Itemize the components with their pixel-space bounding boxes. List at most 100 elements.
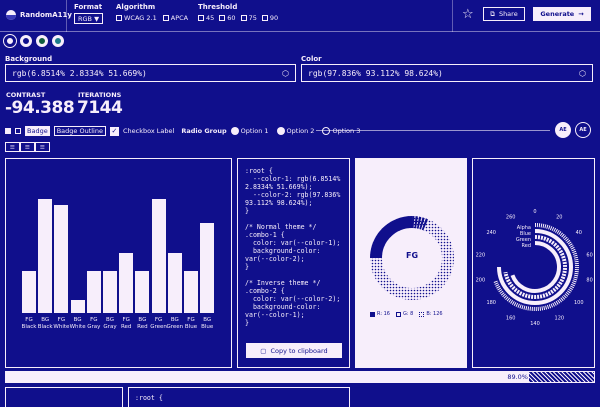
radio-icon (276, 127, 285, 135)
legend-item: G: 8 (395, 311, 413, 317)
bar (135, 271, 150, 313)
bar-chart: FG Black BG Black FG White BG White FG Gray BG Gray… (6, 159, 233, 369)
bar (200, 223, 215, 313)
format-label: Format (74, 3, 103, 11)
checkbox-icon (219, 15, 226, 21)
radial-arc (510, 241, 561, 293)
hexagon-icon[interactable]: ⬡ (282, 69, 289, 78)
code-card: :root { --color-1: rgb(6.8514% 2.8334% 5… (237, 158, 350, 368)
divider (316, 130, 550, 131)
radio-selected-icon (230, 127, 239, 135)
avatar[interactable]: AE (575, 122, 591, 138)
copy-button[interactable]: ▢ Copy to clipboard (246, 343, 342, 358)
radial-tick-label: 180 (486, 300, 496, 306)
component-row: Badge Badge Outline ✓ Checkbox Label Rad… (5, 126, 360, 136)
bar (151, 199, 166, 313)
radial-tick-label: 120 (555, 315, 565, 321)
square-filled-icon (5, 128, 11, 134)
donut-center-label: FG (405, 251, 419, 260)
checkbox-icon (198, 15, 204, 21)
radial-tick-label: 220 (476, 253, 486, 259)
radial-tick-label: 40 (576, 230, 582, 236)
algorithm-option[interactable]: WCAG 2.1 (116, 14, 157, 22)
checkbox-icon (116, 15, 122, 21)
radial-tick-label: 20 (556, 215, 562, 221)
radial-tick-label: 160 (506, 315, 516, 321)
threshold-option[interactable]: 45 (198, 14, 214, 22)
bar (119, 253, 134, 313)
radial-tick-label: 100 (574, 300, 584, 306)
radial-tick-label: 200 (476, 277, 486, 283)
donut-card: FG R: 16 G: 8 B: 126 (355, 158, 467, 368)
algorithm-label: Algorithm (116, 3, 156, 11)
checkbox-icon (162, 15, 169, 21)
badge-outline: Badge Outline (53, 126, 106, 136)
radial-legend-label: Red (522, 243, 532, 249)
bar (103, 271, 117, 313)
avatar[interactable]: AE (555, 122, 571, 138)
share-button[interactable]: ⧉ Share (483, 7, 525, 21)
progress-fill (6, 372, 530, 382)
swatch[interactable] (20, 35, 32, 47)
radial-tick-label: 260 (506, 215, 516, 221)
code-card-partial: :root { (128, 387, 350, 407)
bar (86, 271, 101, 313)
checkbox-icon (261, 15, 268, 21)
align-center-icon[interactable]: ≡ (20, 142, 35, 152)
bar (184, 271, 198, 313)
threshold-option[interactable]: 60 (219, 14, 236, 22)
radial-arc (503, 235, 567, 299)
legend-swatch (419, 311, 425, 317)
square-outline-icon (15, 128, 21, 134)
bar (167, 253, 182, 313)
bar-chart-card: FG Black BG Black FG White BG White FG Gray BG Gray… (5, 158, 232, 368)
iterations-value: 7144 (77, 98, 123, 118)
bar-label-line: Blue (201, 324, 214, 330)
color-input[interactable]: rgb(97.836% 93.112% 98.624%) ⬡ (301, 64, 593, 82)
brand[interactable]: RandomA11y (6, 10, 72, 20)
background-input[interactable]: rgb(6.8514% 2.8334% 51.669%) ⬡ (5, 64, 296, 82)
radio-group-label: Radio Group (181, 127, 227, 135)
legend-swatch (370, 311, 375, 317)
logo-icon (6, 10, 16, 20)
radio-icon (322, 127, 331, 135)
generate-button[interactable]: Generate → (533, 7, 591, 21)
threshold-option[interactable]: 90 (261, 14, 278, 22)
radial-tick-label: 60 (586, 253, 592, 259)
checkbox-icon (240, 15, 247, 21)
radio-option[interactable]: Option 3 (322, 127, 360, 135)
radial-tick-label: 140 (530, 321, 540, 327)
checkbox-label: Checkbox Label (122, 127, 175, 135)
donut-legend: R: 16 G: 8 B: 126 (370, 311, 443, 317)
legend-item: R: 16 (370, 311, 390, 317)
bar (54, 205, 69, 313)
swatch[interactable] (52, 35, 64, 47)
bar-label-line: BG (203, 317, 212, 323)
checkbox-checked-icon[interactable]: ✓ (109, 126, 119, 136)
format-select[interactable]: RGB ▼ (74, 13, 104, 24)
algorithm-option[interactable]: APCA (162, 14, 188, 22)
radio-option[interactable]: Option 2 (276, 127, 314, 135)
progress-value: 89.0% (507, 373, 528, 381)
legend-item: B: 126 (419, 311, 443, 317)
background-label: Background (5, 55, 53, 63)
radial-tick-label: 80 (586, 277, 592, 283)
star-icon[interactable]: ☆ (462, 7, 474, 22)
clipboard-icon: ▢ (260, 346, 267, 355)
align-left-icon[interactable]: ≡ (5, 142, 20, 152)
header: RandomA11y Format RGB ▼ Algorithm WCAG 2… (0, 0, 600, 32)
progress-remainder (529, 372, 594, 382)
radial-bar-chart: 020406080100120140160180200220240260Alph… (476, 209, 593, 327)
hexagon-icon[interactable]: ⬡ (579, 69, 586, 78)
radial-card: 0 20 40 60 80 100 120 140 160 180 200 220 240 260 Alph… (472, 158, 595, 368)
arrow-right-icon: → (578, 10, 584, 18)
swatch[interactable] (36, 35, 48, 47)
badge: Badge (25, 126, 50, 136)
bar-label: BG Blue (198, 317, 216, 331)
radio-option[interactable]: Option 1 (230, 127, 269, 135)
align-right-icon[interactable]: ≡ (35, 142, 50, 152)
bar (22, 271, 36, 313)
app-title: RandomA11y (20, 11, 72, 19)
swatch-selected[interactable] (3, 34, 17, 48)
threshold-option[interactable]: 75 (240, 14, 257, 22)
